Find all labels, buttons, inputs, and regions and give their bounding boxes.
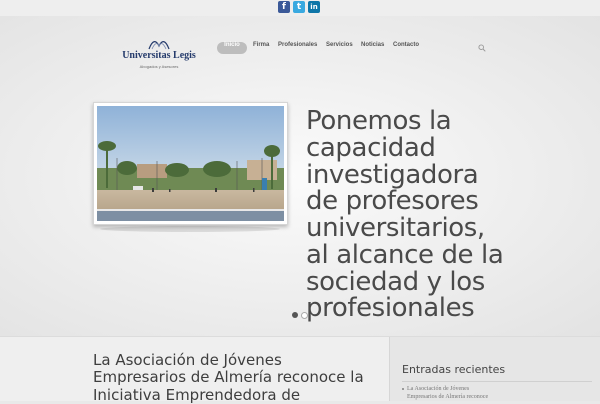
recent-post-line: La Asociación de Jóvenes [407,386,470,392]
search-icon[interactable] [478,44,486,52]
twitter-icon[interactable]: t [293,1,305,13]
recent-post-link[interactable]: La Asociación de Jóvenes Empresarios de … [407,386,517,402]
slider-dot-active[interactable] [292,312,298,318]
divider [402,381,592,382]
photo-shadow [100,226,280,232]
header: Universitas Legis Abogados y Asesores In… [0,16,600,336]
site-logo[interactable]: Universitas Legis Abogados y Asesores [121,38,197,78]
slider-dot[interactable] [301,312,308,319]
recent-post-line: Empresarios de Almería reconoce [407,393,489,400]
list-bullet [402,388,404,390]
slide-image [93,102,288,225]
nav-item-firma[interactable]: Firma [253,42,269,54]
logo-tagline: Abogados y Asesores [139,64,179,69]
facebook-icon[interactable]: f [278,1,290,13]
content-area: La Asociación de Jóvenes Empresarios de … [0,336,600,404]
slide-headline: Ponemos la capacidad investigadora de pr… [306,106,504,324]
nav-item-profesionales[interactable]: Profesionales [278,42,317,54]
sidebar-heading: Entradas recientes [402,363,506,376]
nav-item-noticias[interactable]: Noticias [361,42,384,54]
linkedin-icon[interactable]: in [308,1,320,13]
plaza-photo [97,106,284,221]
post-title[interactable]: La Asociación de Jóvenes Empresarios de … [93,351,383,404]
sidebar: Entradas recientes La Asociación de Jóve… [389,337,600,401]
social-bar: f t in [0,0,600,16]
nav-item-servicios[interactable]: Servicios [326,42,353,54]
nav-item-inicio[interactable]: Inicio [217,42,247,54]
logo-emblem-icon [148,41,170,50]
nav-item-contacto[interactable]: Contacto [393,42,419,54]
logo-title: Universitas Legis [122,50,196,61]
